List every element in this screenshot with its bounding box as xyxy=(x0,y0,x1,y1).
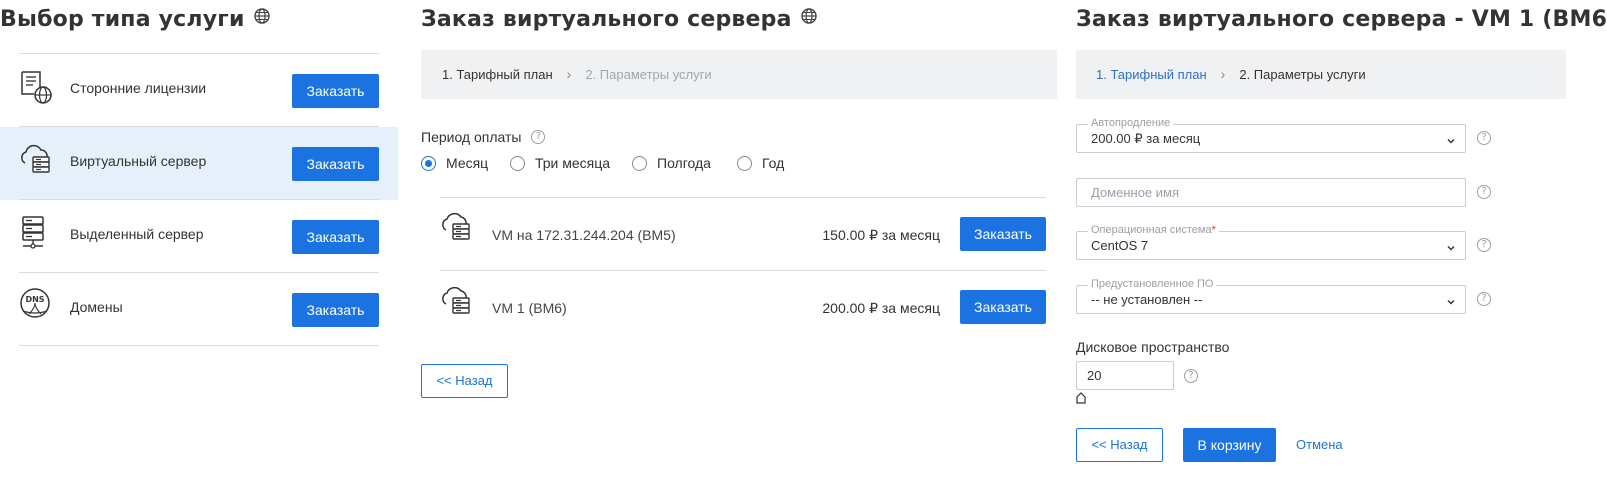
radio-checked-icon xyxy=(421,155,436,171)
period-label: Период оплаты ? xyxy=(421,129,546,145)
legend-text: Операционная система xyxy=(1091,224,1212,236)
breadcrumb: 1. Тарифный план › 2. Параметры услуги xyxy=(421,50,1057,99)
help-icon[interactable]: ? xyxy=(1477,185,1491,199)
service-label: Выделенный сервер xyxy=(70,226,204,242)
radio-label: Год xyxy=(762,155,785,171)
chevron-down-icon xyxy=(1446,133,1456,144)
order-licenses-button[interactable]: Заказать xyxy=(292,74,379,108)
service-row-licenses[interactable]: Сторонние лицензии Заказать xyxy=(0,54,398,127)
page-title-text: Заказ виртуального сервера - VM 1 (BM6) xyxy=(1076,7,1607,32)
disk-label: Дисковое пространство xyxy=(1076,339,1230,355)
order-dedicated-server-button[interactable]: Заказать xyxy=(292,220,379,254)
breadcrumb-step-tariff: 1. Тарифный план xyxy=(442,67,553,82)
chevron-down-icon xyxy=(1446,294,1456,305)
service-label: Сторонние лицензии xyxy=(70,80,207,96)
breadcrumb: 1. Тарифный план › 2. Параметры услуги xyxy=(1076,50,1566,99)
input-placeholder: Доменное имя xyxy=(1091,185,1180,200)
order-vm-button[interactable]: Заказать xyxy=(960,217,1046,251)
page-title-text: Выбор типа услуги xyxy=(0,7,245,32)
globe-icon[interactable] xyxy=(800,6,818,31)
vm-name: VM 1 (BM6) xyxy=(492,300,567,316)
license-globe-icon xyxy=(19,68,53,104)
page-title: Заказ виртуального сервера - VM 1 (BM6) xyxy=(1076,7,1607,32)
cloud-server-icon xyxy=(440,211,472,241)
radio-label: Месяц xyxy=(446,155,489,171)
help-icon[interactable]: ? xyxy=(1184,369,1198,383)
field-legend: Автопродление xyxy=(1088,117,1174,129)
chevron-down-icon xyxy=(1446,240,1456,251)
radio-unchecked-icon xyxy=(510,155,525,171)
breadcrumb-step-params: 2. Параметры услуги xyxy=(1239,67,1366,82)
radio-label: Три месяца xyxy=(535,155,611,171)
select-value: CentOS 7 xyxy=(1091,238,1149,253)
vm-price: 150.00 ₽ за месяц xyxy=(822,227,940,243)
cancel-link[interactable]: Отмена xyxy=(1296,437,1343,452)
dedicated-server-icon xyxy=(19,214,53,250)
required-mark: * xyxy=(1211,224,1216,236)
page-title-text: Заказ виртуального сервера xyxy=(421,7,792,32)
order-domains-button[interactable]: Заказать xyxy=(292,293,379,327)
globe-icon[interactable] xyxy=(253,6,271,31)
help-icon[interactable]: ? xyxy=(1477,238,1491,252)
input-value: 20 xyxy=(1087,368,1102,383)
cloud-server-icon xyxy=(19,141,53,177)
divider xyxy=(19,345,379,346)
breadcrumb-step-tariff[interactable]: 1. Тарифный план xyxy=(1096,50,1207,99)
os-select[interactable]: Операционная система* CentOS 7 xyxy=(1076,224,1466,260)
service-row-virtual-server[interactable]: Виртуальный сервер Заказать xyxy=(0,127,398,200)
autorenew-select[interactable]: Автопродление 200.00 ₽ за месяц xyxy=(1076,117,1466,153)
period-option-3-months[interactable]: Три месяца xyxy=(510,155,610,171)
svg-text:DNS: DNS xyxy=(25,295,44,304)
radio-unchecked-icon xyxy=(632,155,647,171)
chevron-right-icon: › xyxy=(566,66,572,82)
period-option-half-year[interactable]: Полгода xyxy=(632,155,711,171)
domain-name-input[interactable]: Доменное имя xyxy=(1076,178,1466,207)
service-row-domains[interactable]: DNS Домены Заказать xyxy=(0,273,398,346)
help-icon[interactable]: ? xyxy=(531,130,546,145)
divider xyxy=(440,197,1046,198)
field-legend: Предустановленное ПО xyxy=(1088,278,1217,290)
divider xyxy=(440,270,1046,271)
back-button[interactable]: << Назад xyxy=(1076,428,1163,462)
cloud-server-icon xyxy=(440,285,472,315)
service-label: Домены xyxy=(70,299,123,315)
service-label: Виртуальный сервер xyxy=(70,153,207,169)
radio-unchecked-icon xyxy=(737,155,752,171)
order-vm-button[interactable]: Заказать xyxy=(960,290,1046,324)
dns-globe-icon: DNS xyxy=(19,287,53,323)
service-row-dedicated-server[interactable]: Выделенный сервер Заказать xyxy=(0,200,398,273)
help-icon[interactable]: ? xyxy=(1477,292,1491,306)
vm-price: 200.00 ₽ за месяц xyxy=(822,300,940,316)
vm-name: VM на 172.31.244.204 (BM5) xyxy=(492,227,676,243)
help-icon[interactable]: ? xyxy=(1477,131,1491,145)
field-legend: Операционная система* xyxy=(1088,224,1219,236)
resize-handle-icon[interactable] xyxy=(1076,391,1086,409)
page-title: Заказ виртуального сервера xyxy=(421,7,818,32)
order-virtual-server-button[interactable]: Заказать xyxy=(292,147,379,181)
period-option-year[interactable]: Год xyxy=(737,155,784,171)
period-option-month[interactable]: Месяц xyxy=(421,155,488,171)
select-value: 200.00 ₽ за месяц xyxy=(1091,131,1201,146)
preinstalled-software-select[interactable]: Предустановленное ПО -- не установлен -- xyxy=(1076,278,1466,314)
add-to-cart-button[interactable]: В корзину xyxy=(1183,428,1276,462)
disk-size-input[interactable]: 20 xyxy=(1076,361,1174,390)
radio-label: Полгода xyxy=(657,155,711,171)
period-label-text: Период оплаты xyxy=(421,129,522,145)
chevron-right-icon: › xyxy=(1220,66,1226,82)
back-button[interactable]: << Назад xyxy=(421,364,508,398)
breadcrumb-step-params: 2. Параметры услуги xyxy=(585,67,712,82)
select-value: -- не установлен -- xyxy=(1091,292,1203,307)
page-title: Выбор типа услуги xyxy=(0,7,271,32)
